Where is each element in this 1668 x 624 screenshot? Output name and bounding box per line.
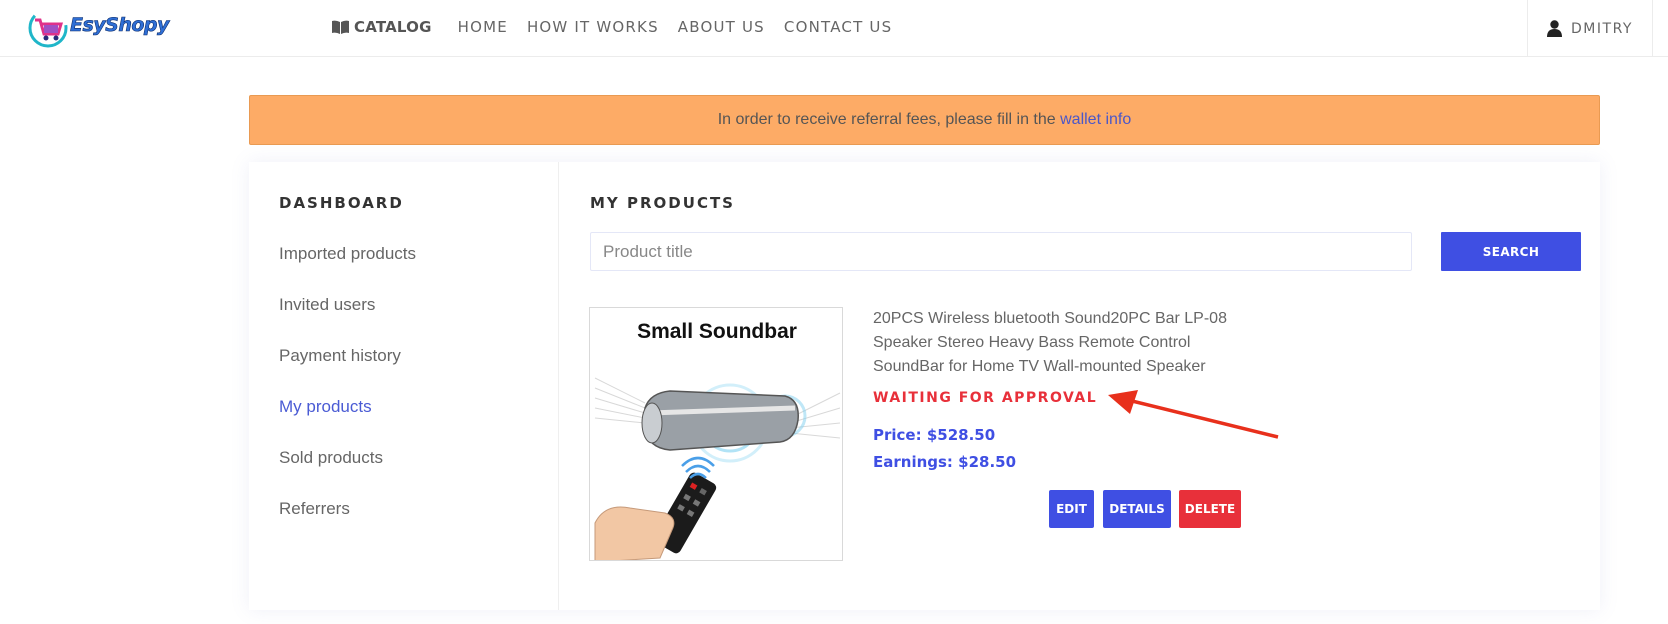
- sidebar-title: DASHBOARD: [279, 194, 404, 212]
- dashboard-card: DASHBOARD Imported products Invited user…: [249, 162, 1600, 610]
- edit-button[interactable]: EDIT: [1049, 490, 1094, 528]
- nav-catalog[interactable]: CATALOG: [332, 18, 432, 36]
- product-status-badge: WAITING FOR APPROVAL: [873, 390, 1098, 406]
- product-price: Price: $528.50: [873, 426, 996, 444]
- site-logo[interactable]: EsyShopy: [26, 6, 170, 50]
- nav-about-us[interactable]: ABOUT US: [678, 18, 765, 36]
- user-name: DMITRY: [1571, 20, 1633, 37]
- sidebar-item-invited-users[interactable]: Invited users: [279, 295, 375, 315]
- annotation-arrow-icon: [1108, 390, 1279, 439]
- sidebar-item-imported-products[interactable]: Imported products: [279, 244, 416, 264]
- referral-alert: In order to receive referral fees, pleas…: [249, 95, 1600, 145]
- product-title[interactable]: 20PCS Wireless bluetooth Sound20PC Bar L…: [873, 307, 1263, 379]
- alert-text: In order to receive referral fees, pleas…: [717, 111, 1061, 128]
- nav-home[interactable]: HOME: [458, 18, 508, 36]
- wallet-info-link[interactable]: wallet info: [1060, 111, 1131, 128]
- page-title: MY PRODUCTS: [590, 194, 735, 212]
- nav-contact-us[interactable]: CONTACT US: [784, 18, 892, 36]
- cart-logo-icon: [28, 8, 68, 48]
- sidebar-item-referrers[interactable]: Referrers: [279, 499, 350, 519]
- nav-how-it-works[interactable]: HOW IT WORKS: [527, 18, 659, 36]
- book-icon: [332, 20, 349, 34]
- dashboard-sidebar: DASHBOARD Imported products Invited user…: [249, 162, 559, 610]
- product-earnings: Earnings: $28.50: [873, 453, 1017, 471]
- sidebar-item-payment-history[interactable]: Payment history: [279, 346, 401, 366]
- details-button[interactable]: DETAILS: [1103, 490, 1171, 528]
- main-nav: CATALOG HOME HOW IT WORKS ABOUT US CONTA…: [332, 18, 911, 36]
- nav-catalog-label: CATALOG: [354, 18, 432, 36]
- user-menu[interactable]: DMITRY: [1527, 0, 1653, 57]
- product-image[interactable]: Small Soundbar: [589, 307, 843, 561]
- top-navbar: EsyShopy CATALOG HOME HOW IT WORKS ABOUT…: [0, 0, 1668, 57]
- search-button[interactable]: SEARCH: [1441, 232, 1581, 271]
- user-icon: [1547, 20, 1563, 37]
- delete-button[interactable]: DELETE: [1179, 490, 1241, 528]
- logo-text: EsyShopy: [70, 14, 170, 37]
- product-title-search-input[interactable]: [590, 232, 1412, 271]
- soundbar-image: [594, 377, 841, 560]
- sidebar-item-sold-products[interactable]: Sold products: [279, 448, 383, 468]
- sidebar-item-my-products[interactable]: My products: [279, 397, 372, 417]
